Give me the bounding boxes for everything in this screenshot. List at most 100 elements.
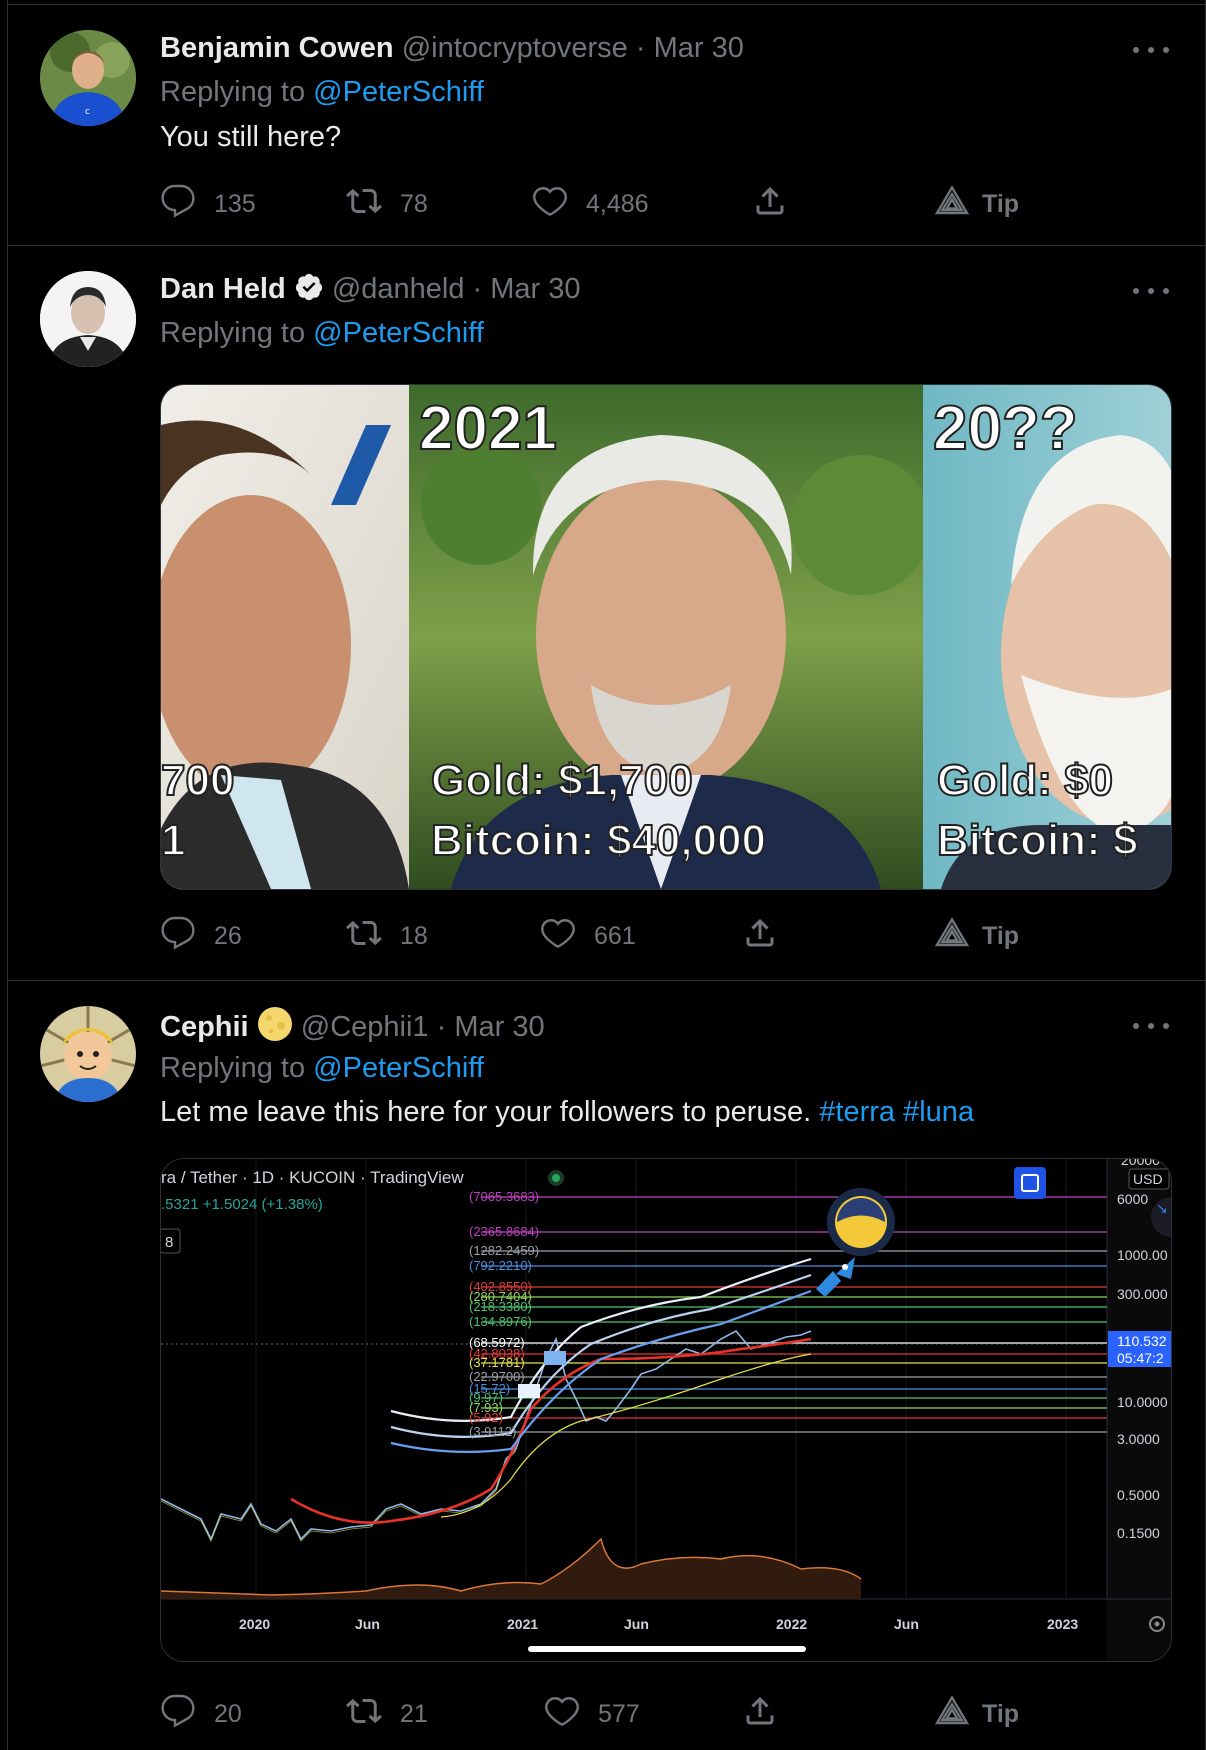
- share-button[interactable]: [742, 1692, 778, 1736]
- price-level-label: (2365.8684): [469, 1224, 539, 1239]
- retweet-button[interactable]: 21: [346, 1692, 428, 1736]
- y-tick: 3.0000: [1117, 1431, 1160, 1447]
- replying-to-link[interactable]: @PeterSchiff: [313, 317, 484, 349]
- avatar[interactable]: c: [40, 30, 136, 126]
- retweet-icon: [346, 183, 382, 226]
- retweet-count: 78: [400, 189, 428, 218]
- author-name[interactable]: Benjamin Cowen: [160, 32, 394, 64]
- retweet-button[interactable]: 18: [346, 914, 428, 958]
- price-level-label: (3.9112): [469, 1424, 516, 1439]
- scroll-down-icon[interactable]: ↘: [1156, 1200, 1168, 1216]
- author-handle[interactable]: @danheld: [332, 273, 465, 305]
- tip-button[interactable]: Tip: [934, 1692, 1019, 1736]
- x-tick: 2020: [239, 1616, 270, 1632]
- tip-label: Tip: [982, 189, 1020, 218]
- chart-symbol-line: ra / Tether · 1D · KUCOIN · TradingView: [161, 1168, 464, 1187]
- home-indicator: [528, 1646, 806, 1652]
- tip-icon: [934, 183, 970, 226]
- chart-image[interactable]: ra / Tether · 1D · KUCOIN · TradingView …: [160, 1158, 1172, 1662]
- tip-label: Tip: [982, 921, 1020, 950]
- reply-icon: [160, 915, 196, 958]
- author-name[interactable]: Cephii: [160, 1011, 249, 1043]
- more-options-icon[interactable]: [1133, 281, 1169, 301]
- heart-icon: [544, 1693, 580, 1736]
- share-icon: [752, 183, 788, 226]
- meme-right-line-1: Gold: $0: [937, 756, 1113, 805]
- price-level-label: (5.92): [469, 1410, 503, 1425]
- luna-logo-icon: [827, 1188, 895, 1256]
- tip-icon: [934, 915, 970, 958]
- avatar[interactable]: [40, 271, 136, 367]
- x-tick: 2021: [507, 1616, 538, 1632]
- replying-to-link[interactable]: @PeterSchiff: [313, 1052, 484, 1084]
- like-count: 4,486: [586, 189, 649, 218]
- separator: ·: [436, 1011, 447, 1043]
- reply-button[interactable]: 20: [160, 1692, 242, 1736]
- reply-icon: [160, 1693, 196, 1736]
- more-options-icon[interactable]: [1133, 40, 1169, 60]
- replying-to: Replying to @PeterSchiff: [160, 315, 484, 351]
- meme-mid-line-2: Bitcoin: $40,000: [431, 816, 766, 865]
- retweet-icon: [346, 915, 382, 958]
- tweet-date[interactable]: Mar 30: [490, 273, 580, 305]
- reply-button[interactable]: 135: [160, 182, 256, 226]
- y-tick: 20000: [1121, 1159, 1160, 1168]
- replying-prefix: Replying to: [160, 317, 306, 349]
- tip-button[interactable]: Tip: [934, 182, 1019, 226]
- like-button[interactable]: 577: [544, 1692, 640, 1736]
- more-options-icon[interactable]: [1133, 1016, 1169, 1036]
- replying-to: Replying to @PeterSchiff: [160, 74, 484, 110]
- hashtag-terra[interactable]: #terra: [819, 1096, 895, 1128]
- tweet-text-line: Let me leave this here for your follower…: [160, 1094, 974, 1130]
- tweet-header: Cephii @Cephii1 · Mar 30: [160, 1006, 545, 1051]
- replying-to-link[interactable]: @PeterSchiff: [313, 76, 484, 108]
- tip-label: Tip: [982, 1699, 1020, 1728]
- share-icon: [742, 915, 778, 958]
- retweet-count: 18: [400, 921, 428, 950]
- fullscreen-icon[interactable]: [1014, 1167, 1046, 1199]
- like-button[interactable]: 4,486: [532, 182, 649, 226]
- verified-badge-icon: [294, 272, 324, 311]
- separator: ·: [635, 32, 646, 64]
- share-button[interactable]: [752, 182, 788, 226]
- reply-count: 26: [214, 921, 242, 950]
- meme-left-line-1: 700: [161, 756, 234, 805]
- tweet[interactable]: Dan Held @danheld · Mar 30 Replying to @…: [8, 246, 1205, 980]
- meme-image[interactable]: 700 1 2021 Gold: $1,700 Bitcoin: $40,000…: [160, 384, 1172, 890]
- author-name[interactable]: Dan Held: [160, 273, 286, 305]
- like-button[interactable]: 661: [540, 914, 636, 958]
- heart-icon: [540, 915, 576, 958]
- author-handle[interactable]: @Cephii1: [301, 1011, 429, 1043]
- currency-label[interactable]: USD: [1133, 1171, 1163, 1187]
- avatar[interactable]: [40, 1006, 136, 1102]
- y-tick: 0.1500: [1117, 1525, 1160, 1541]
- reply-button[interactable]: 26: [160, 914, 242, 958]
- tip-button[interactable]: Tip: [934, 914, 1019, 958]
- svg-text:c: c: [85, 107, 90, 117]
- share-button[interactable]: [742, 914, 778, 958]
- tweet[interactable]: c Benjamin Cowen @intocryptoverse · Mar …: [8, 5, 1205, 245]
- heart-icon: [532, 183, 568, 226]
- retweet-button[interactable]: 78: [346, 182, 428, 226]
- price-level-label: (218.3380): [469, 1299, 532, 1314]
- price-level-label: (1282.2459): [469, 1243, 539, 1258]
- meme-year-future: 20??: [933, 394, 1078, 463]
- tweet[interactable]: Cephii @Cephii1 · Mar 30 Replying to @Pe…: [8, 981, 1205, 1750]
- meme-mid-line-1: Gold: $1,700: [431, 756, 693, 805]
- x-tick: Jun: [624, 1616, 649, 1632]
- like-count: 577: [598, 1699, 640, 1728]
- price-level-label: (7065.3683): [469, 1189, 539, 1204]
- tweet-date[interactable]: Mar 30: [454, 1011, 544, 1043]
- x-tick: Jun: [355, 1616, 380, 1632]
- replying-prefix: Replying to: [160, 76, 306, 108]
- tweet-date[interactable]: Mar 30: [654, 32, 744, 64]
- x-tick: 2023: [1047, 1616, 1078, 1632]
- retweet-count: 21: [400, 1699, 428, 1728]
- reply-icon: [160, 183, 196, 226]
- hashtag-luna[interactable]: #luna: [903, 1096, 974, 1128]
- meme-right-line-2: Bitcoin: $: [937, 816, 1137, 865]
- retweet-icon: [346, 1693, 382, 1736]
- author-handle[interactable]: @intocryptoverse: [402, 32, 628, 64]
- tweet-text: You still here?: [160, 121, 342, 153]
- current-price-label: 110.532: [1117, 1333, 1167, 1349]
